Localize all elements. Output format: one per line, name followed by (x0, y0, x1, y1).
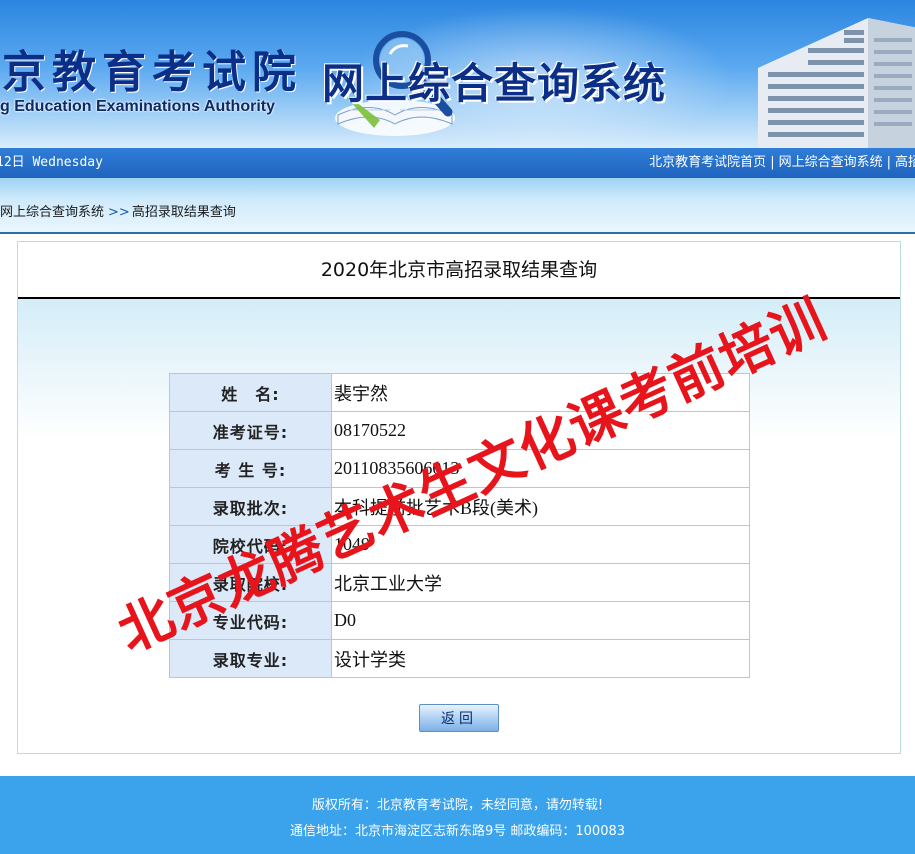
row-value-batch: 本科提前批艺术B段(美术) (331, 487, 750, 526)
org-name-cn: 京教育考试院 (2, 47, 302, 98)
breadcrumb-root-link[interactable]: 网上综合查询系统 (0, 205, 104, 220)
row-label-name: 姓 名: (169, 373, 332, 412)
table-row: 专业代码: D0 (169, 601, 750, 640)
row-value-school-code: 1049 (331, 525, 750, 564)
nav-link-home[interactable]: 北京教育考试院首页 (649, 155, 766, 170)
breadcrumb-current: 高招录取结果查询 (131, 205, 236, 220)
result-table: 姓 名: 裴宇然 准考证号: 08170522 考 生 号: 201108356… (169, 373, 750, 678)
nav-separator: | (770, 155, 775, 170)
nav-link-gaozhao[interactable]: 高招 (895, 155, 915, 170)
footer-address: 通信地址：北京市海淀区志新东路9号 邮政编码：100083 (289, 824, 626, 839)
row-label-major-code: 专业代码: (169, 601, 332, 640)
back-button[interactable]: 返回 (419, 704, 499, 732)
breadcrumb-bar: 网上综合查询系统 >> 高招录取结果查询 (0, 178, 915, 234)
org-name-en: g Education Examinations Authority (0, 98, 275, 115)
top-nav-bar: 12日 Wednesday 北京教育考试院首页 | 网上综合查询系统 | 高招 (0, 148, 915, 178)
table-row: 录取专业: 设计学类 (169, 639, 750, 678)
row-value-name: 裴宇然 (331, 373, 750, 412)
table-row: 院校代码: 1049 (169, 525, 750, 564)
row-label-school: 录取院校: (169, 563, 332, 602)
breadcrumb-arrow: >> (108, 205, 130, 220)
nav-link-query-system[interactable]: 网上综合查询系统 (779, 155, 883, 170)
footer-copyright: 版权所有：北京教育考试院，未经同意，请勿转载! (311, 798, 604, 813)
row-label-candidate-number: 考 生 号: (169, 449, 332, 488)
table-row: 姓 名: 裴宇然 (169, 373, 750, 412)
system-title: 网上综合查询系统 (322, 59, 667, 108)
table-row: 录取院校: 北京工业大学 (169, 563, 750, 602)
breadcrumb: 网上综合查询系统 >> 高招录取结果查询 (0, 201, 236, 220)
row-value-candidate-number: 20110835606013 (331, 449, 750, 488)
nav-links: 北京教育考试院首页 | 网上综合查询系统 | 高招 (649, 148, 915, 178)
panel-header: 2020年北京市高招录取结果查询 (18, 242, 900, 299)
building-image (758, 18, 915, 148)
nav-separator: | (886, 155, 891, 170)
row-value-admission-ticket: 08170522 (331, 411, 750, 450)
row-value-major-code: D0 (331, 601, 750, 640)
row-value-major: 设计学类 (331, 639, 750, 678)
result-panel: 2020年北京市高招录取结果查询 姓 名: 裴宇然 准考证号: 08170522… (17, 241, 901, 754)
table-row: 准考证号: 08170522 (169, 411, 750, 450)
row-label-admission-ticket: 准考证号: (169, 411, 332, 450)
footer: 版权所有：北京教育考试院，未经同意，请勿转载! 通信地址：北京市海淀区志新东路9… (0, 776, 915, 854)
row-label-major: 录取专业: (169, 639, 332, 678)
date-text: 12日 Wednesday (0, 155, 103, 170)
table-row: 录取批次: 本科提前批艺术B段(美术) (169, 487, 750, 526)
row-label-school-code: 院校代码: (169, 525, 332, 564)
page-title: 2020年北京市高招录取结果查询 (320, 259, 598, 281)
row-label-batch: 录取批次: (169, 487, 332, 526)
header-banner: 京教育考试院 g Education Examinations Authorit… (0, 0, 915, 148)
row-value-school: 北京工业大学 (331, 563, 750, 602)
table-row: 考 生 号: 20110835606013 (169, 449, 750, 488)
